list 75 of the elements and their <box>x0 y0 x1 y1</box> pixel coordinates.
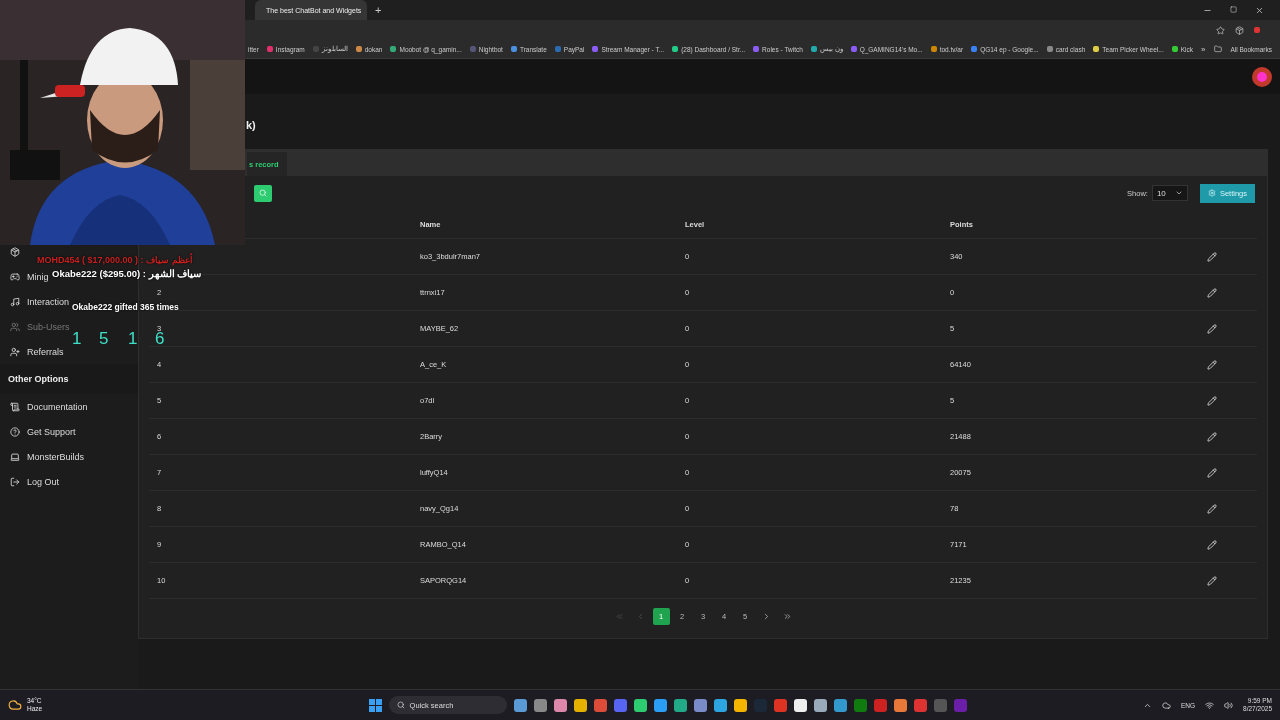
sidebar-item[interactable]: MonsterBuilds <box>27 451 85 462</box>
pencil-icon <box>1207 575 1217 586</box>
volume-icon[interactable] <box>1224 700 1234 710</box>
maximize-icon[interactable] <box>1230 5 1237 13</box>
page-size-select[interactable]: 10 <box>1151 185 1188 201</box>
user-plus-icon[interactable] <box>10 346 20 357</box>
help-icon[interactable] <box>10 426 20 437</box>
edit-button[interactable] <box>1207 431 1217 442</box>
counter-digit: 1 <box>128 330 138 347</box>
network-icon[interactable] <box>1205 700 1215 710</box>
double-chevron-left-icon <box>614 611 624 621</box>
edit-button[interactable] <box>1207 359 1217 370</box>
gamepad-icon[interactable] <box>10 271 20 282</box>
stream-alert-text: MOHD454 ( $17,000.00 ) : أعظم سياف <box>37 255 193 265</box>
edit-button[interactable] <box>1207 539 1217 550</box>
taskbar-app-icon[interactable] <box>553 698 567 712</box>
search-icon <box>259 189 267 197</box>
double-chevron-right-icon <box>782 611 792 621</box>
sidebar-item[interactable]: Minig <box>27 271 49 282</box>
users-icon[interactable] <box>10 321 20 332</box>
edit-button[interactable] <box>1207 575 1217 586</box>
sidebar-item[interactable]: Log Out <box>27 476 60 487</box>
pencil-icon <box>1207 467 1217 478</box>
stream-alert-text: Okabe222 gifted 365 times <box>72 302 179 312</box>
edit-button[interactable] <box>1207 323 1217 334</box>
taskbar-app-icon[interactable] <box>893 698 907 712</box>
sidebar-item[interactable]: Documentation <box>27 401 88 412</box>
counter-digit: 1 <box>72 330 82 347</box>
folder-icon[interactable] <box>1214 45 1223 53</box>
taskbar-app-icon[interactable] <box>733 698 747 712</box>
sidebar-item[interactable]: Referrals <box>27 346 64 357</box>
pencil-icon <box>1207 323 1217 334</box>
pencil-icon <box>1207 287 1217 298</box>
counter-digit: 6 <box>155 330 165 347</box>
chevron-down-icon <box>1174 189 1183 197</box>
star-icon[interactable] <box>1216 25 1225 35</box>
taskbar-app-icon[interactable] <box>673 698 687 712</box>
edit-button[interactable] <box>1207 467 1217 478</box>
cloud-icon[interactable] <box>1162 700 1171 710</box>
new-tab-button[interactable]: + <box>375 4 382 16</box>
taskbar-app-icon[interactable] <box>573 698 587 712</box>
music-icon[interactable] <box>10 296 20 307</box>
logout-icon[interactable] <box>10 476 20 487</box>
stream-alert-text: Okabe222 ($295.00) : سياف الشهر <box>52 268 202 279</box>
taskbar-app-icon[interactable] <box>813 698 827 712</box>
edit-button[interactable] <box>1207 503 1217 514</box>
sidebar-item[interactable]: Interaction <box>27 296 70 307</box>
avatar-icon[interactable] <box>1252 66 1272 87</box>
laptop-icon[interactable] <box>10 451 20 462</box>
search-icon <box>396 701 405 709</box>
taskbar-app-icon[interactable] <box>513 698 527 712</box>
taskbar-app-icon[interactable] <box>713 698 727 712</box>
pencil-icon <box>1207 503 1217 514</box>
edit-button[interactable] <box>1207 251 1217 262</box>
settings-icon <box>1207 189 1216 197</box>
search-button[interactable] <box>254 184 272 202</box>
pencil-icon <box>1207 251 1217 262</box>
pencil-icon <box>1207 359 1217 370</box>
taskbar-app-icon[interactable] <box>633 698 647 712</box>
taskbar-app-icon[interactable] <box>793 698 807 712</box>
pencil-icon <box>1207 431 1217 442</box>
sidebar-item[interactable]: Get Support <box>27 426 76 437</box>
scroll-icon[interactable] <box>10 401 20 412</box>
taskbar-app-icon[interactable] <box>653 698 667 712</box>
weather-icon[interactable] <box>8 698 22 712</box>
pencil-icon <box>1207 539 1217 550</box>
page-title: k) <box>245 117 257 133</box>
start-icon[interactable] <box>368 698 382 712</box>
box-icon[interactable] <box>10 246 20 257</box>
more-bookmarks-button[interactable]: » <box>1201 44 1206 54</box>
edit-button[interactable] <box>1207 287 1217 298</box>
edit-button[interactable] <box>1207 395 1217 406</box>
pencil-icon <box>1207 395 1217 406</box>
close-icon[interactable] <box>1255 5 1264 15</box>
counter-digit: 5 <box>99 330 109 347</box>
